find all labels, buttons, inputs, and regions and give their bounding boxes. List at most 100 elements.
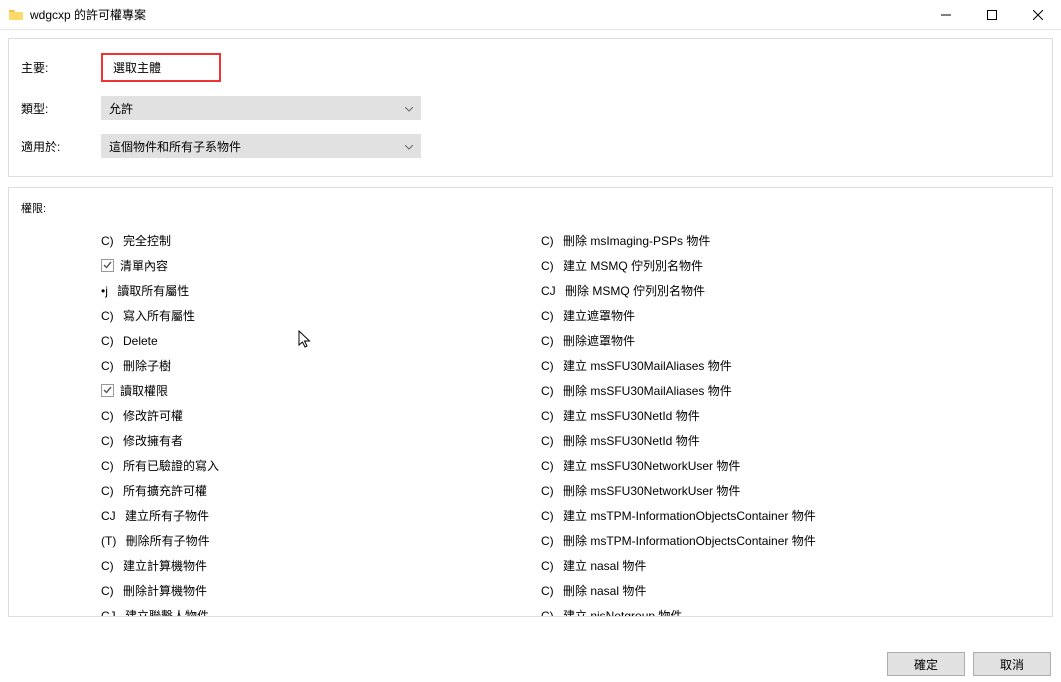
permission-item[interactable]: C) 刪除 msSFU30NetId 物件: [541, 428, 961, 453]
permission-prefix: C): [541, 434, 557, 448]
permission-item[interactable]: C) 建立 nisNetgroup 物件: [541, 603, 961, 617]
permissions-panel: 權限: C) 完全控制清單內容•j 讀取所有屬性C) 寫入所有屬性C) Dele…: [8, 187, 1053, 617]
permission-item[interactable]: C) 修改擁有者: [101, 428, 521, 453]
permission-label: 建立 MSMQ 佇列別名物件: [563, 257, 703, 274]
permission-item[interactable]: C) 建立 msSFU30NetworkUser 物件: [541, 453, 961, 478]
chevron-down-icon: [405, 139, 413, 153]
permission-prefix: C): [101, 559, 117, 573]
permission-item[interactable]: •j 讀取所有屬性: [101, 278, 521, 303]
permission-label: 刪除 msSFU30NetId 物件: [563, 432, 700, 449]
permission-item[interactable]: C) 建立 MSMQ 佇列別名物件: [541, 253, 961, 278]
applies-value: 這個物件和所有子系物件: [109, 138, 241, 155]
permission-label: 清單內容: [120, 257, 168, 274]
permission-item[interactable]: C) 建立計算機物件: [101, 553, 521, 578]
permission-item[interactable]: C) 所有擴充許可權: [101, 478, 521, 503]
permission-item[interactable]: C) 刪除 msSFU30MailAliases 物件: [541, 378, 961, 403]
close-button[interactable]: [1015, 0, 1061, 30]
permission-prefix: C): [101, 359, 117, 373]
permission-item[interactable]: CJ 刪除 MSMQ 佇列別名物件: [541, 278, 961, 303]
permission-item[interactable]: CJ 建立所有子物件: [101, 503, 521, 528]
permission-label: 刪除 msTPM-InformationObjectsContainer 物件: [563, 532, 816, 549]
permission-label: 完全控制: [123, 232, 171, 249]
type-value: 允許: [109, 100, 133, 117]
permission-label: 刪除 msSFU30MailAliases 物件: [563, 382, 732, 399]
permission-prefix: C): [541, 334, 557, 348]
permission-item[interactable]: C) 建立遮罩物件: [541, 303, 961, 328]
principal-label: 主要:: [21, 59, 101, 76]
permission-item[interactable]: 讀取權限: [101, 378, 521, 403]
permission-label: 修改許可權: [123, 407, 183, 424]
cancel-button[interactable]: 取消: [973, 652, 1051, 676]
principal-panel: 主要: 選取主體 類型: 允許 適用於: 這個物件和所有子系物件: [8, 38, 1053, 177]
permission-item[interactable]: 清單內容: [101, 253, 521, 278]
permission-item[interactable]: C) 刪除計算機物件: [101, 578, 521, 603]
maximize-button[interactable]: [969, 0, 1015, 30]
permission-label: 寫入所有屬性: [123, 307, 195, 324]
permission-label: 建立計算機物件: [123, 557, 207, 574]
permission-prefix: C): [541, 309, 557, 323]
permission-item[interactable]: C) 刪除遮罩物件: [541, 328, 961, 353]
permission-item[interactable]: C) 刪除 msImaging-PSPs 物件: [541, 228, 961, 253]
permissions-column-right: C) 刪除 msImaging-PSPs 物件C) 建立 MSMQ 佇列別名物件…: [541, 228, 961, 617]
permission-prefix: (T): [101, 534, 120, 548]
permission-label: 建立聯繫人物件: [125, 607, 209, 617]
permission-label: 刪除遮罩物件: [563, 332, 635, 349]
permission-label: 刪除 nasal 物件: [563, 582, 646, 599]
permission-item[interactable]: C) 建立 nasal 物件: [541, 553, 961, 578]
permission-item[interactable]: C) 建立 msTPM-InformationObjectsContainer …: [541, 503, 961, 528]
titlebar: wdgcxp 的許可權專案: [0, 0, 1061, 30]
permission-label: 刪除 msImaging-PSPs 物件: [563, 232, 710, 249]
permission-item[interactable]: C) 寫入所有屬性: [101, 303, 521, 328]
permission-prefix: CJ: [101, 509, 119, 523]
permissions-header: 權限:: [21, 200, 1040, 216]
permission-item[interactable]: CJ 建立聯繫人物件: [101, 603, 521, 617]
permission-label: 所有已驗證的寫入: [123, 457, 219, 474]
permission-label: 建立 msTPM-InformationObjectsContainer 物件: [563, 507, 816, 524]
window-title: wdgcxp 的許可權專案: [30, 6, 146, 23]
permission-prefix: C): [541, 359, 557, 373]
checkbox[interactable]: [101, 384, 114, 397]
permission-prefix: C): [101, 334, 117, 348]
permission-label: 刪除子樹: [123, 357, 171, 374]
permission-prefix: C): [101, 434, 117, 448]
permission-prefix: C): [541, 584, 557, 598]
permission-item[interactable]: C) 刪除 msTPM-InformationObjectsContainer …: [541, 528, 961, 553]
permission-prefix: C): [101, 234, 117, 248]
permission-item[interactable]: C) 建立 msSFU30MailAliases 物件: [541, 353, 961, 378]
permission-prefix: C): [541, 609, 557, 618]
permission-item[interactable]: C) 刪除子樹: [101, 353, 521, 378]
permission-label: 建立 msSFU30NetworkUser 物件: [563, 457, 740, 474]
permission-label: 讀取所有屬性: [117, 282, 189, 299]
permission-prefix: C): [101, 584, 117, 598]
permission-label: 刪除計算機物件: [123, 582, 207, 599]
type-dropdown[interactable]: 允許: [101, 96, 421, 120]
ok-button[interactable]: 確定: [887, 652, 965, 676]
applies-label: 適用於:: [21, 138, 101, 155]
permission-prefix: C): [541, 234, 557, 248]
permission-prefix: C): [541, 459, 557, 473]
permission-item[interactable]: C) 刪除 nasal 物件: [541, 578, 961, 603]
permission-item[interactable]: C) Delete: [101, 328, 521, 353]
permission-label: 所有擴充許可權: [123, 482, 207, 499]
permission-item[interactable]: C) 建立 msSFU30NetId 物件: [541, 403, 961, 428]
permission-prefix: C): [101, 409, 117, 423]
permission-prefix: CJ: [541, 284, 559, 298]
permission-item[interactable]: C) 修改許可權: [101, 403, 521, 428]
permission-label: Delete: [123, 334, 158, 348]
permission-label: 讀取權限: [120, 382, 168, 399]
applies-dropdown[interactable]: 這個物件和所有子系物件: [101, 134, 421, 158]
permission-item[interactable]: (T) 刪除所有子物件: [101, 528, 521, 553]
minimize-button[interactable]: [923, 0, 969, 30]
chevron-down-icon: [405, 101, 413, 115]
permission-item[interactable]: C) 刪除 msSFU30NetworkUser 物件: [541, 478, 961, 503]
permission-prefix: •j: [101, 284, 111, 298]
permission-label: 建立所有子物件: [125, 507, 209, 524]
dialog-footer: 確定 取消: [887, 652, 1051, 676]
permission-prefix: C): [101, 484, 117, 498]
permission-prefix: CJ: [101, 609, 119, 618]
select-principal-link[interactable]: 選取主體: [101, 53, 221, 82]
permission-item[interactable]: C) 完全控制: [101, 228, 521, 253]
permission-item[interactable]: C) 所有已驗證的寫入: [101, 453, 521, 478]
permission-label: 建立 nasal 物件: [563, 557, 646, 574]
checkbox[interactable]: [101, 259, 114, 272]
